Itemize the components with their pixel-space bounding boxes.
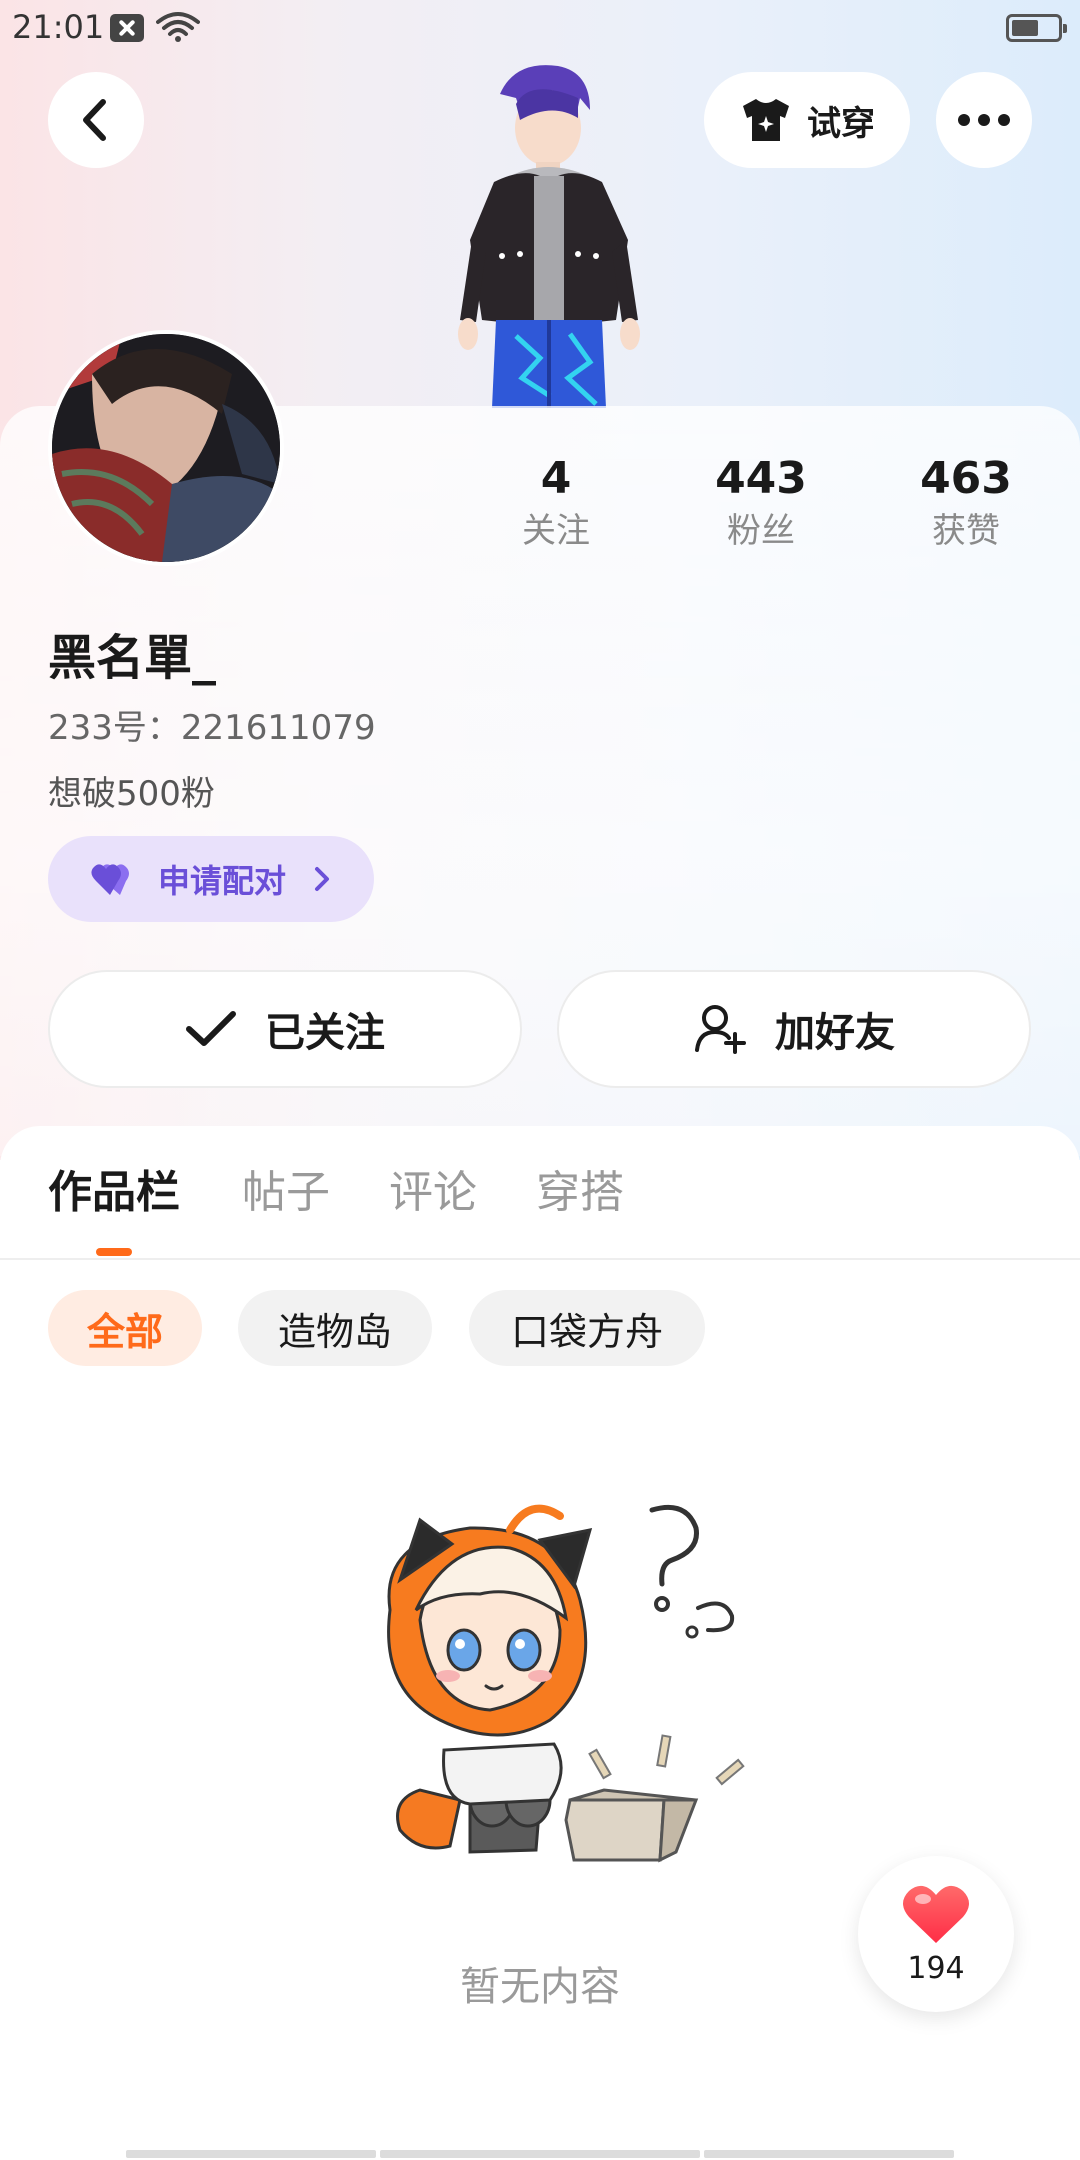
stat-likes[interactable]: 463 获赞: [876, 452, 1056, 556]
more-button[interactable]: [936, 72, 1032, 168]
add-friend-label: 加好友: [775, 1010, 895, 1056]
notification-icon: [110, 14, 144, 42]
add-user-icon: [695, 1005, 746, 1054]
bottom-bar-segment: [126, 2150, 376, 2158]
empty-state-illustration: [387, 1504, 745, 1863]
wifi-icon: [156, 12, 200, 42]
stat-likes-value: 463: [920, 453, 1012, 504]
status-time: 21:01: [12, 8, 105, 46]
tab-posts[interactable]: 帖子: [242, 1160, 330, 1226]
chevron-left-icon: [83, 99, 106, 141]
tab-indicator: [96, 1248, 132, 1256]
bio: 想破500粉: [48, 774, 215, 814]
content-tabs: 作品栏 帖子 评论 穿搭: [0, 1160, 1080, 1256]
more-icon: [958, 114, 1010, 126]
add-friend-button[interactable]: 加好友: [557, 970, 1031, 1088]
stat-following-label: 关注: [522, 511, 590, 551]
status-bar: 21:01: [0, 0, 1080, 56]
stat-fans-label: 粉丝: [727, 511, 795, 551]
try-on-button[interactable]: 试穿: [704, 72, 910, 168]
bottom-bar-segment: [380, 2150, 700, 2158]
try-on-label: 试穿: [807, 103, 875, 144]
like-count: 194: [907, 1950, 965, 1986]
avatar-photo: [52, 334, 280, 562]
battery-icon: [1006, 14, 1067, 42]
filter-creation-island[interactable]: 造物岛: [238, 1290, 432, 1366]
followed-label: 已关注: [265, 1010, 385, 1056]
tab-outfits[interactable]: 穿搭: [536, 1160, 624, 1226]
back-button[interactable]: [48, 72, 144, 168]
heart-icon: [903, 1885, 969, 1943]
stat-following-value: 4: [540, 453, 572, 504]
check-icon: [186, 1011, 236, 1046]
shirt-icon: [743, 99, 789, 141]
match-request-label: 申请配对: [158, 862, 287, 900]
hearts-icon: [91, 864, 129, 895]
tab-divider: [0, 1258, 1080, 1260]
filter-pocket-ark[interactable]: 口袋方舟: [469, 1290, 705, 1366]
bottom-bar-segment: [704, 2150, 954, 2158]
filter-all[interactable]: 全部: [48, 1290, 202, 1366]
username: 黑名單_: [48, 630, 217, 686]
avatar-figure[interactable]: [430, 58, 660, 408]
user-id: 233号：221611079: [48, 708, 376, 748]
avatar[interactable]: [48, 330, 284, 566]
like-floating-button[interactable]: 194: [858, 1856, 1014, 2012]
stat-following[interactable]: 4 关注: [466, 452, 646, 556]
tab-comments[interactable]: 评论: [389, 1160, 477, 1226]
match-request-button[interactable]: 申请配对: [48, 836, 374, 922]
chevron-right-icon: [315, 867, 330, 891]
followed-button[interactable]: 已关注: [48, 970, 522, 1088]
stat-fans[interactable]: 443 粉丝: [671, 452, 851, 556]
tab-works[interactable]: 作品栏: [48, 1160, 180, 1226]
stat-fans-value: 443: [715, 453, 807, 504]
stat-likes-label: 获赞: [932, 511, 1000, 551]
